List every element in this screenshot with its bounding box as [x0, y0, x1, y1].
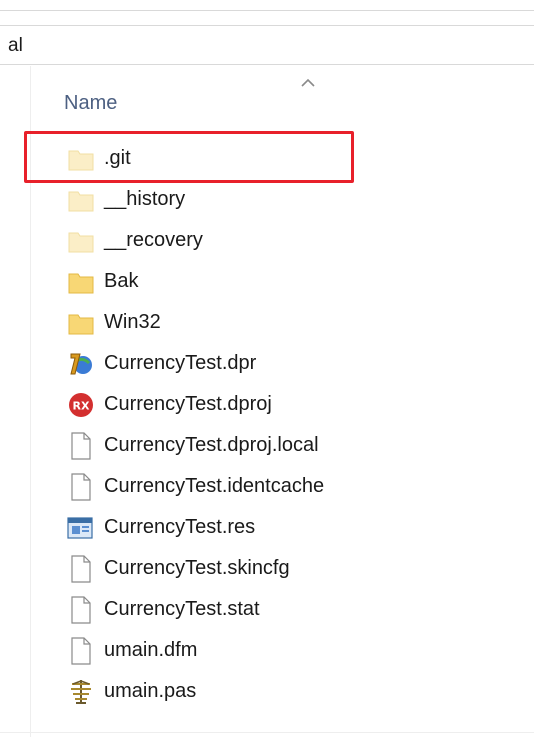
list-item[interactable]: __history [0, 179, 534, 220]
list-item-name: CurrencyTest.stat [104, 598, 260, 620]
address-bar-text: al [8, 35, 23, 56]
list-item[interactable]: umain.pas [0, 671, 534, 712]
list-item[interactable]: Win32 [0, 302, 534, 343]
list-item[interactable]: CurrencyTest.identcache [0, 466, 534, 507]
address-bar[interactable]: al [0, 25, 534, 65]
document-icon [66, 554, 96, 584]
folder-icon [66, 308, 96, 338]
list-item-name: Bak [104, 270, 139, 292]
delphi-project-icon [66, 349, 96, 379]
list-item[interactable]: CurrencyTest.dpr [0, 343, 534, 384]
list-item-name: Win32 [104, 311, 161, 333]
rad-studio-icon: RX [66, 390, 96, 420]
pascal-source-icon [66, 677, 96, 707]
folder-faded-icon [66, 226, 96, 256]
document-icon [66, 595, 96, 625]
list-item[interactable]: CurrencyTest.dproj.local [0, 425, 534, 466]
list-item-name: CurrencyTest.dproj [104, 393, 272, 415]
list-item[interactable]: CurrencyTest.stat [0, 589, 534, 630]
bottom-divider [0, 732, 534, 733]
sort-ascending-icon[interactable] [299, 76, 317, 90]
list-item-name: __recovery [104, 229, 203, 251]
file-explorer-window: al Name .git __history __recovery Bak Wi… [0, 0, 534, 737]
list-item[interactable]: __recovery [0, 220, 534, 261]
list-item-name: umain.pas [104, 680, 197, 702]
resource-file-icon [66, 513, 96, 543]
file-list: .git __history __recovery Bak Win32 Curr… [0, 138, 534, 712]
list-item-name: __history [104, 188, 186, 210]
highlight-annotation [24, 131, 354, 183]
list-item-name: CurrencyTest.dproj.local [104, 434, 319, 456]
top-divider [0, 10, 534, 11]
document-icon [66, 472, 96, 502]
name-column-header[interactable]: Name [64, 92, 117, 115]
list-item-name: umain.dfm [104, 639, 198, 661]
list-item[interactable]: umain.dfm [0, 630, 534, 671]
list-item-name: CurrencyTest.skincfg [104, 557, 290, 579]
list-item[interactable]: RX CurrencyTest.dproj [0, 384, 534, 425]
list-item[interactable]: CurrencyTest.res [0, 507, 534, 548]
folder-icon [66, 267, 96, 297]
folder-faded-icon [66, 185, 96, 215]
document-icon [66, 431, 96, 461]
list-item-name: CurrencyTest.dpr [104, 352, 257, 374]
svg-text:RX: RX [73, 399, 90, 412]
list-item[interactable]: Bak [0, 261, 534, 302]
document-icon [66, 636, 96, 666]
list-item-name: CurrencyTest.identcache [104, 475, 325, 497]
list-item[interactable]: CurrencyTest.skincfg [0, 548, 534, 589]
list-item-name: CurrencyTest.res [104, 516, 256, 538]
